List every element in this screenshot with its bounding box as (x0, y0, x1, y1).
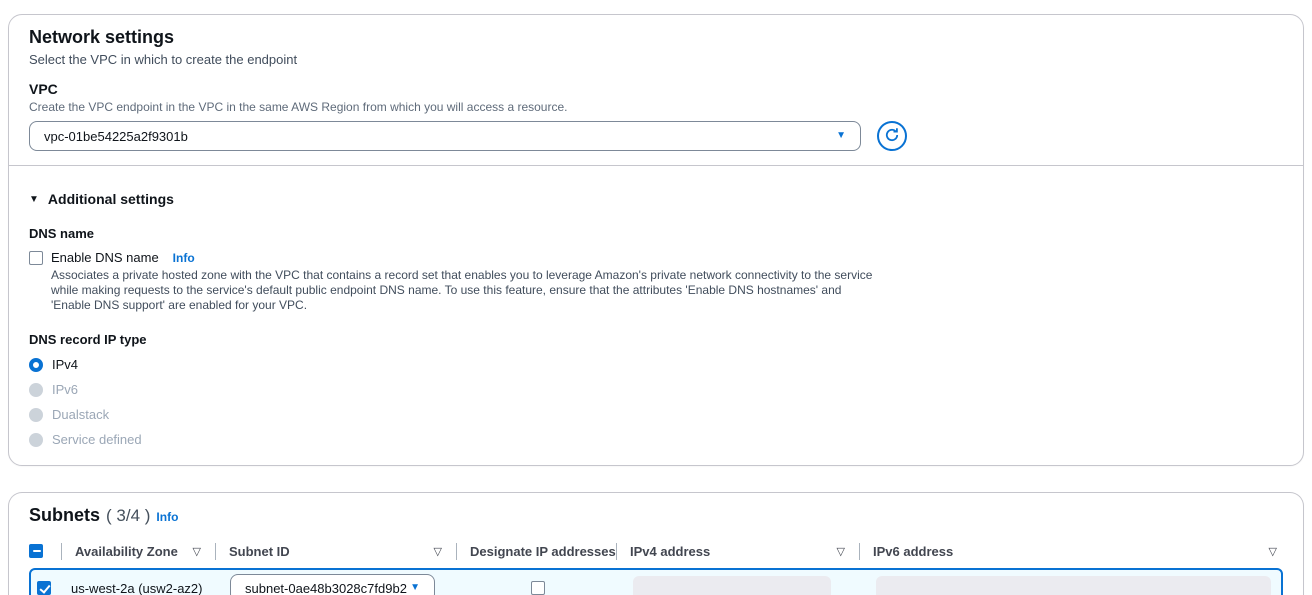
subnets-card: Subnets ( 3/4 ) Info Availability Zone ▽… (8, 492, 1304, 595)
sort-icon[interactable]: ▽ (193, 545, 215, 558)
enable-dns-name-row: Enable DNS name Info (29, 250, 1283, 265)
column-divider (215, 543, 216, 560)
ipv4-radio-label: IPv4 (52, 357, 78, 372)
service-defined-radio (29, 433, 43, 447)
availability-zone-value: us-west-2a (usw2-az2) (63, 581, 203, 595)
vpc-select[interactable]: vpc-01be54225a2f9301b ▼ (29, 121, 861, 151)
network-settings-card: Network settings Select the VPC in which… (8, 14, 1304, 466)
vpc-select-value: vpc-01be54225a2f9301b (44, 129, 188, 144)
vpc-select-row: vpc-01be54225a2f9301b ▼ (29, 121, 1283, 151)
designate-ip-checkbox[interactable] (531, 581, 545, 595)
row-checkbox[interactable] (37, 581, 51, 595)
page-title: Network settings (29, 25, 1283, 49)
dns-record-ip-type-label: DNS record IP type (29, 332, 1283, 347)
radio-option-dualstack: Dualstack (29, 407, 1283, 422)
vpc-label: VPC (29, 81, 1283, 97)
column-header-designate-ip: Designate IP addresses (456, 543, 616, 560)
column-label: IPv4 address (630, 544, 710, 559)
refresh-icon (884, 127, 900, 146)
sort-icon[interactable]: ▽ (1269, 545, 1283, 558)
column-header-ipv6[interactable]: IPv6 address ▽ (859, 543, 1283, 560)
column-label: Designate IP addresses (470, 544, 616, 559)
subnets-counter: ( 3/4 ) (106, 506, 150, 526)
radio-option-service-defined: Service defined (29, 432, 1283, 447)
subnet-id-value: subnet-0ae48b3028c7fd9b2 (245, 581, 407, 595)
enable-dns-name-checkbox[interactable] (29, 251, 43, 265)
column-label: IPv6 address (873, 544, 953, 559)
subnets-info-link[interactable]: Info (156, 510, 178, 524)
dualstack-radio-label: Dualstack (52, 407, 109, 422)
expand-caret-icon: ▼ (29, 194, 39, 205)
ipv4-radio[interactable] (29, 358, 43, 372)
service-defined-radio-label: Service defined (52, 432, 142, 447)
column-divider (456, 543, 457, 560)
column-label: Subnet ID (229, 544, 290, 559)
subnets-header: Subnets ( 3/4 ) Info (9, 493, 1303, 526)
refresh-button[interactable] (877, 121, 907, 151)
subnets-title: Subnets (29, 505, 100, 526)
subnet-id-select[interactable]: subnet-0ae48b3028c7fd9b2 ▼ (230, 574, 435, 595)
subnets-table-header: Availability Zone ▽ Subnet ID ▽ Designat… (29, 540, 1283, 562)
radio-option-ipv6: IPv6 (29, 382, 1283, 397)
column-header-availability-zone[interactable]: Availability Zone ▽ (61, 543, 215, 560)
sort-icon[interactable]: ▽ (434, 545, 456, 558)
section-subtitle: Select the VPC in which to create the en… (29, 52, 1283, 67)
column-header-subnet-id[interactable]: Subnet ID ▽ (215, 543, 456, 560)
additional-settings-label: Additional settings (48, 191, 174, 207)
column-divider (616, 543, 617, 560)
column-divider (61, 543, 62, 560)
additional-settings-toggle[interactable]: ▼ Additional settings (29, 191, 1283, 207)
chevron-down-icon: ▼ (836, 131, 846, 141)
sort-icon[interactable]: ▽ (837, 545, 859, 558)
table-row: us-west-2a (usw2-az2) subnet-0ae48b3028c… (29, 568, 1283, 595)
dns-name-label: DNS name (29, 226, 1283, 241)
column-divider (859, 543, 860, 560)
chevron-down-icon: ▼ (410, 583, 420, 593)
ipv6-radio (29, 383, 43, 397)
ipv6-radio-label: IPv6 (52, 382, 78, 397)
column-label: Availability Zone (75, 544, 178, 559)
select-all-checkbox[interactable] (29, 544, 43, 558)
radio-option-ipv4: IPv4 (29, 357, 1283, 372)
dns-name-description: Associates a private hosted zone with th… (51, 268, 879, 313)
column-header-ipv4[interactable]: IPv4 address ▽ (616, 543, 859, 560)
ipv6-address-field-disabled (876, 576, 1271, 595)
dualstack-radio (29, 408, 43, 422)
subnets-table-body: us-west-2a (usw2-az2) subnet-0ae48b3028c… (29, 568, 1283, 595)
enable-dns-name-label: Enable DNS name (51, 250, 159, 265)
ipv4-address-field-disabled (633, 576, 831, 595)
dns-name-info-link[interactable]: Info (173, 251, 195, 265)
vpc-description: Create the VPC endpoint in the VPC in th… (29, 100, 1283, 114)
